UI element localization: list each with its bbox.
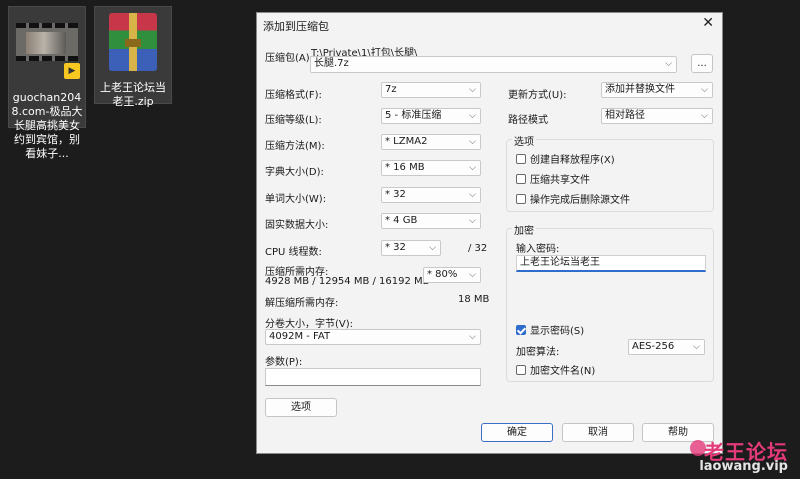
dialog-title: 添加到压缩包 bbox=[263, 20, 329, 33]
method-value: * LZMA2 bbox=[385, 136, 428, 147]
watermark-url: laowang.vip bbox=[699, 459, 788, 474]
checkbox-box bbox=[516, 173, 526, 184]
video-file-icon: ▶ bbox=[16, 23, 80, 85]
dict-label: 字典大小(D): bbox=[265, 167, 324, 178]
split-label: 分卷大小，字节(V): bbox=[265, 319, 354, 330]
path-mode-select[interactable]: 相对路径 ⌵ bbox=[601, 108, 713, 124]
cancel-button[interactable]: 取消 bbox=[562, 423, 634, 442]
solid-label: 固实数据大小: bbox=[265, 220, 329, 231]
dict-value: * 16 MB bbox=[385, 162, 425, 173]
sfx-checkbox[interactable]: 创建自释放程序(X) bbox=[516, 151, 615, 166]
add-to-archive-dialog: 添加到压缩包 ✕ 压缩包(A): T:\Private\1\打包\长腿\ 长腿.… bbox=[256, 12, 723, 454]
cpu-select[interactable]: * 32 ⌵ bbox=[381, 240, 441, 256]
chevron-down-icon: ⌵ bbox=[469, 190, 476, 200]
update-select[interactable]: 添加并替换文件 ⌵ bbox=[601, 82, 713, 98]
desktop-icon-video[interactable]: ▶ guochan2048.com-极品大长腿高挑美女约到宾馆，别看妹子... bbox=[8, 6, 86, 160]
chevron-down-icon: ⌵ bbox=[469, 270, 476, 280]
chevron-down-icon: ⌵ bbox=[665, 59, 672, 69]
delete-after-checkbox[interactable]: 操作完成后删除源文件 bbox=[516, 191, 630, 206]
show-password-checkbox[interactable]: 显示密码(S) bbox=[516, 322, 584, 337]
desktop-icon-archive[interactable]: 上老王论坛当老王.zip bbox=[94, 6, 172, 108]
checkbox-box-checked bbox=[516, 324, 526, 335]
path-mode-value: 相对路径 bbox=[605, 110, 645, 121]
desktop-icon-label: guochan2048.com-极品大长腿高挑美女约到宾馆，别看妹子... bbox=[11, 91, 83, 160]
update-value: 添加并替换文件 bbox=[605, 84, 675, 95]
level-select[interactable]: 5 - 标准压缩 ⌵ bbox=[381, 108, 481, 124]
cpu-total: / 32 bbox=[468, 243, 488, 254]
archive-label: 压缩包(A): bbox=[265, 53, 314, 64]
cpu-value: * 32 bbox=[385, 242, 406, 253]
chevron-down-icon: ⌵ bbox=[701, 85, 708, 95]
encrypt-names-label: 加密文件名(N) bbox=[530, 366, 596, 377]
password-input[interactable]: 上老王论坛当老王 bbox=[516, 255, 706, 272]
sfx-label: 创建自释放程序(X) bbox=[530, 155, 615, 166]
path-mode-label: 路径模式 bbox=[508, 115, 548, 126]
format-value: 7z bbox=[385, 84, 397, 95]
solid-value: * 4 GB bbox=[385, 215, 418, 226]
browse-button[interactable]: ... bbox=[691, 54, 713, 73]
chevron-down-icon: ⌵ bbox=[469, 137, 476, 147]
word-label: 单词大小(W): bbox=[265, 194, 327, 205]
format-label: 压缩格式(F): bbox=[265, 90, 322, 101]
show-password-label: 显示密码(S) bbox=[530, 326, 585, 337]
close-icon[interactable]: ✕ bbox=[702, 15, 714, 31]
encrypt-names-checkbox[interactable]: 加密文件名(N) bbox=[516, 362, 595, 377]
desktop-icon-label: 上老王论坛当老王.zip bbox=[100, 81, 166, 108]
params-input[interactable] bbox=[265, 368, 481, 386]
shared-files-checkbox[interactable]: 压缩共享文件 bbox=[516, 171, 590, 186]
chevron-down-icon: ⌵ bbox=[469, 111, 476, 121]
ok-button[interactable]: 确定 bbox=[481, 423, 553, 442]
params-label: 参数(P): bbox=[265, 357, 303, 368]
mem-compress-detail: 4928 MB / 12954 MB / 16192 MB bbox=[265, 276, 430, 287]
mem-decompress-value: 18 MB bbox=[458, 294, 490, 305]
checkbox-box bbox=[516, 153, 526, 164]
password-label: 输入密码: bbox=[516, 244, 560, 255]
level-label: 压缩等级(L): bbox=[265, 115, 322, 126]
dict-select[interactable]: * 16 MB ⌵ bbox=[381, 160, 481, 176]
cpu-label: CPU 线程数: bbox=[265, 247, 322, 258]
mem-decompress-label: 解压缩所需内存: bbox=[265, 298, 339, 309]
dialog-titlebar: 添加到压缩包 ✕ bbox=[257, 13, 722, 35]
chevron-down-icon: ⌵ bbox=[469, 163, 476, 173]
encryption-group-title: 加密 bbox=[512, 222, 536, 237]
archive-name-combo[interactable]: 长腿.7z ⌵ bbox=[310, 56, 677, 73]
checkbox-box bbox=[516, 364, 526, 375]
chevron-down-icon: ⌵ bbox=[701, 111, 708, 121]
mem-percent-value: * 80% bbox=[427, 269, 458, 280]
chevron-down-icon: ⌵ bbox=[469, 85, 476, 95]
mem-percent-select[interactable]: * 80% ⌵ bbox=[423, 267, 481, 283]
split-value: 4092M - FAT bbox=[269, 331, 331, 342]
format-select[interactable]: 7z ⌵ bbox=[381, 82, 481, 98]
encryption-method-label: 加密算法: bbox=[516, 347, 560, 358]
encryption-method-value: AES-256 bbox=[632, 341, 675, 352]
delete-after-label: 操作完成后删除源文件 bbox=[530, 195, 630, 206]
chevron-down-icon: ⌵ bbox=[469, 332, 476, 342]
word-value: * 32 bbox=[385, 189, 406, 200]
method-label: 压缩方法(M): bbox=[265, 141, 325, 152]
chevron-down-icon: ⌵ bbox=[429, 243, 436, 253]
options-button[interactable]: 选项 bbox=[265, 398, 337, 417]
archive-name-value: 长腿.7z bbox=[314, 58, 349, 69]
encryption-method-select[interactable]: AES-256 ⌵ bbox=[628, 339, 705, 355]
solid-select[interactable]: * 4 GB ⌵ bbox=[381, 213, 481, 229]
split-select[interactable]: 4092M - FAT ⌵ bbox=[265, 329, 481, 345]
winrar-archive-icon bbox=[102, 13, 164, 75]
chevron-down-icon: ⌵ bbox=[693, 342, 700, 352]
chevron-down-icon: ⌵ bbox=[469, 216, 476, 226]
word-select[interactable]: * 32 ⌵ bbox=[381, 187, 481, 203]
method-select[interactable]: * LZMA2 ⌵ bbox=[381, 134, 481, 150]
level-value: 5 - 标准压缩 bbox=[385, 110, 442, 121]
shared-files-label: 压缩共享文件 bbox=[530, 175, 590, 186]
checkbox-box bbox=[516, 193, 526, 204]
options-group-title: 选项 bbox=[512, 133, 536, 148]
update-label: 更新方式(U): bbox=[508, 90, 567, 101]
